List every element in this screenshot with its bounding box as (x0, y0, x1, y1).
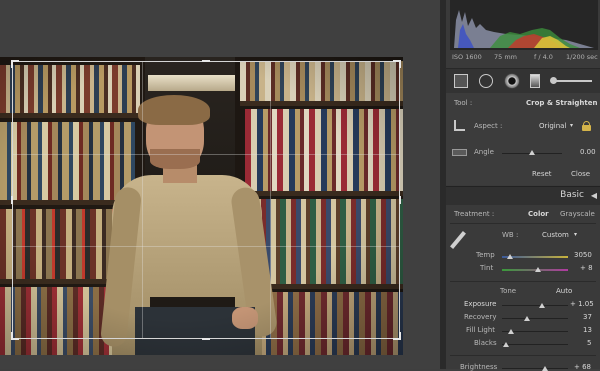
angle-label: Angle (474, 148, 494, 156)
basic-panel: Treatment : Color Grayscale WB : Custom … (446, 205, 600, 371)
aspect-label: Aspect : (474, 122, 503, 130)
shutter-value: 1/200 sec (566, 53, 598, 61)
exposure-slider-thumb[interactable] (538, 303, 545, 308)
treatment-color-option[interactable]: Color (528, 210, 549, 218)
adjustment-brush-icon[interactable] (552, 80, 592, 82)
wb-select[interactable]: Custom (542, 231, 569, 239)
camera-info-bar: ISO 1600 75 mm f / 4.0 1/200 sec (446, 51, 600, 65)
basic-panel-header[interactable]: Basic ◀ (446, 186, 600, 206)
lock-icon[interactable] (582, 121, 591, 131)
collapse-triangle-icon[interactable]: ◀ (591, 191, 597, 200)
crop-handle-top-right-v[interactable] (399, 60, 401, 68)
brightness-value[interactable]: + 68 (574, 363, 591, 371)
tint-slider-thumb[interactable] (535, 267, 542, 272)
crop-handle-right-mid[interactable] (399, 196, 401, 204)
exposure-label: Exposure (464, 300, 497, 308)
crop-handle-bottom-mid[interactable] (202, 338, 210, 340)
angle-value[interactable]: 0.00 (580, 148, 596, 156)
crop-handle-bottom-right-v[interactable] (399, 332, 401, 340)
exposure-slider-track[interactable] (502, 305, 568, 306)
crop-straighten-panel: Tool : Crop & Straighten Aspect : Origin… (446, 93, 600, 185)
histogram (450, 0, 598, 50)
recovery-value[interactable]: 37 (583, 313, 592, 321)
aspect-chevron-icon[interactable]: ▾ (570, 122, 573, 129)
crop-handle-left-mid[interactable] (11, 196, 13, 204)
crop-overlay-icon-small[interactable] (454, 120, 465, 131)
tool-value: Crop & Straighten (526, 99, 598, 107)
reset-button[interactable]: Reset (532, 170, 552, 178)
blacks-label: Blacks (474, 339, 497, 347)
iso-value: ISO 1600 (452, 53, 482, 61)
tint-value[interactable]: + 8 (580, 264, 593, 272)
aperture-value: f / 4.0 (534, 53, 553, 61)
eyedropper-icon[interactable] (450, 231, 466, 249)
crop-handle-top-mid[interactable] (202, 60, 210, 62)
temp-label: Temp (476, 251, 495, 259)
recovery-slider-track[interactable] (502, 318, 568, 319)
brightness-label: Brightness (460, 363, 498, 371)
crop-handle-bottom-left-v[interactable] (11, 332, 13, 340)
tool-label: Tool : (454, 99, 473, 107)
crop-overlay-frame[interactable] (11, 60, 401, 340)
tint-label: Tint (480, 264, 494, 272)
exposure-value[interactable]: + 1.05 (570, 300, 594, 308)
recovery-label: Recovery (464, 313, 497, 321)
blacks-slider-track[interactable] (502, 344, 568, 345)
wb-label: WB : (502, 231, 519, 239)
recovery-slider-thumb[interactable] (524, 316, 531, 321)
blacks-value[interactable]: 5 (587, 339, 591, 347)
spot-removal-icon[interactable] (479, 74, 493, 88)
focal-length-value: 75 mm (494, 53, 518, 61)
temp-slider-thumb[interactable] (506, 254, 513, 259)
tone-auto-button[interactable]: Auto (556, 287, 572, 295)
crop-overlay-icon[interactable] (454, 74, 468, 88)
image-canvas[interactable] (0, 0, 440, 369)
treatment-grayscale-option[interactable]: Grayscale (560, 210, 595, 218)
tool-strip (446, 68, 600, 94)
aspect-select[interactable]: Original (539, 122, 566, 130)
graduated-filter-icon[interactable] (530, 74, 540, 88)
tone-label: Tone (500, 287, 517, 295)
filllight-value[interactable]: 13 (583, 326, 592, 334)
angle-slider-thumb[interactable] (529, 150, 535, 155)
filllight-slider-thumb[interactable] (508, 329, 515, 334)
histogram-graph (450, 0, 598, 50)
red-eye-icon[interactable] (504, 73, 520, 89)
straighten-tool-icon[interactable] (452, 149, 467, 156)
treatment-label: Treatment : (454, 210, 495, 218)
blacks-slider-thumb[interactable] (502, 342, 509, 347)
temp-value[interactable]: 3050 (574, 251, 592, 259)
crop-handle-top-left-v[interactable] (11, 60, 13, 68)
filllight-label: Fill Light (466, 326, 496, 334)
close-button[interactable]: Close (571, 170, 590, 178)
wb-chevron-icon[interactable]: ▾ (574, 231, 577, 238)
basic-panel-title: Basic (560, 190, 584, 200)
